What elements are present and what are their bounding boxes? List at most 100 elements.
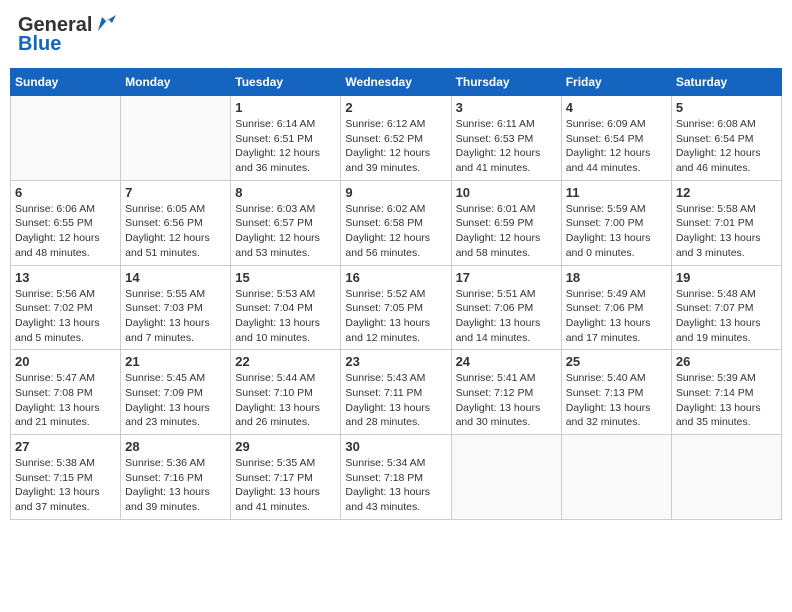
day-info: Sunrise: 5:51 AM Sunset: 7:06 PM Dayligh…	[456, 287, 557, 346]
day-number: 17	[456, 270, 557, 285]
calendar-day-1: 1 Sunrise: 6:14 AM Sunset: 6:51 PM Daylig…	[231, 96, 341, 181]
weekday-header-monday: Monday	[121, 69, 231, 96]
day-info: Sunrise: 5:40 AM Sunset: 7:13 PM Dayligh…	[566, 371, 667, 430]
day-number: 19	[676, 270, 777, 285]
day-number: 7	[125, 185, 226, 200]
weekday-header-saturday: Saturday	[671, 69, 781, 96]
weekday-header-thursday: Thursday	[451, 69, 561, 96]
day-info: Sunrise: 5:45 AM Sunset: 7:09 PM Dayligh…	[125, 371, 226, 430]
day-number: 10	[456, 185, 557, 200]
calendar-day-17: 17 Sunrise: 5:51 AM Sunset: 7:06 PM Dayli…	[451, 265, 561, 350]
calendar-day-13: 13 Sunrise: 5:56 AM Sunset: 7:02 PM Dayli…	[11, 265, 121, 350]
logo-bird-icon	[94, 13, 116, 35]
logo: General Blue	[18, 14, 116, 56]
calendar-day-26: 26 Sunrise: 5:39 AM Sunset: 7:14 PM Dayli…	[671, 350, 781, 435]
day-info: Sunrise: 5:36 AM Sunset: 7:16 PM Dayligh…	[125, 456, 226, 515]
calendar-day-23: 23 Sunrise: 5:43 AM Sunset: 7:11 PM Dayli…	[341, 350, 451, 435]
calendar-row: 6 Sunrise: 6:06 AM Sunset: 6:55 PM Daylig…	[11, 180, 782, 265]
calendar-day-4: 4 Sunrise: 6:09 AM Sunset: 6:54 PM Daylig…	[561, 96, 671, 181]
day-info: Sunrise: 6:08 AM Sunset: 6:54 PM Dayligh…	[676, 117, 777, 176]
day-number: 2	[345, 100, 446, 115]
day-info: Sunrise: 5:39 AM Sunset: 7:14 PM Dayligh…	[676, 371, 777, 430]
day-info: Sunrise: 5:58 AM Sunset: 7:01 PM Dayligh…	[676, 202, 777, 261]
calendar-day-empty	[11, 96, 121, 181]
day-number: 24	[456, 354, 557, 369]
calendar-day-5: 5 Sunrise: 6:08 AM Sunset: 6:54 PM Daylig…	[671, 96, 781, 181]
day-info: Sunrise: 6:01 AM Sunset: 6:59 PM Dayligh…	[456, 202, 557, 261]
day-info: Sunrise: 6:14 AM Sunset: 6:51 PM Dayligh…	[235, 117, 336, 176]
day-info: Sunrise: 6:11 AM Sunset: 6:53 PM Dayligh…	[456, 117, 557, 176]
calendar-day-empty	[451, 435, 561, 520]
day-info: Sunrise: 5:47 AM Sunset: 7:08 PM Dayligh…	[15, 371, 116, 430]
calendar-day-7: 7 Sunrise: 6:05 AM Sunset: 6:56 PM Daylig…	[121, 180, 231, 265]
calendar-day-2: 2 Sunrise: 6:12 AM Sunset: 6:52 PM Daylig…	[341, 96, 451, 181]
day-number: 6	[15, 185, 116, 200]
day-info: Sunrise: 5:35 AM Sunset: 7:17 PM Dayligh…	[235, 456, 336, 515]
logo-blue: Blue	[18, 33, 61, 56]
day-info: Sunrise: 5:41 AM Sunset: 7:12 PM Dayligh…	[456, 371, 557, 430]
calendar-day-22: 22 Sunrise: 5:44 AM Sunset: 7:10 PM Dayli…	[231, 350, 341, 435]
calendar-day-16: 16Sunrise: 5:52 AM Sunset: 7:05 PM Dayli…	[341, 265, 451, 350]
calendar-day-empty	[671, 435, 781, 520]
day-info: Sunrise: 6:06 AM Sunset: 6:55 PM Dayligh…	[15, 202, 116, 261]
calendar-day-11: 11 Sunrise: 5:59 AM Sunset: 7:00 PM Dayli…	[561, 180, 671, 265]
day-info: Sunrise: 6:05 AM Sunset: 6:56 PM Dayligh…	[125, 202, 226, 261]
day-number: 14	[125, 270, 226, 285]
day-info: Sunrise: 5:53 AM Sunset: 7:04 PM Dayligh…	[235, 287, 336, 346]
calendar-day-empty	[561, 435, 671, 520]
day-number: 5	[676, 100, 777, 115]
calendar-day-18: 18 Sunrise: 5:49 AM Sunset: 7:06 PM Dayli…	[561, 265, 671, 350]
calendar-day-3: 3Sunrise: 6:11 AM Sunset: 6:53 PM Daylig…	[451, 96, 561, 181]
calendar-day-19: 19 Sunrise: 5:48 AM Sunset: 7:07 PM Dayli…	[671, 265, 781, 350]
calendar-day-27: 27Sunrise: 5:38 AM Sunset: 7:15 PM Dayli…	[11, 435, 121, 520]
day-info: Sunrise: 6:09 AM Sunset: 6:54 PM Dayligh…	[566, 117, 667, 176]
day-info: Sunrise: 6:03 AM Sunset: 6:57 PM Dayligh…	[235, 202, 336, 261]
day-number: 15	[235, 270, 336, 285]
calendar-row: 20 Sunrise: 5:47 AM Sunset: 7:08 PM Dayli…	[11, 350, 782, 435]
day-info: Sunrise: 5:38 AM Sunset: 7:15 PM Dayligh…	[15, 456, 116, 515]
day-number: 1	[235, 100, 336, 115]
calendar-table: SundayMondayTuesdayWednesdayThursdayFrid…	[10, 68, 782, 520]
day-number: 13	[15, 270, 116, 285]
day-info: Sunrise: 5:55 AM Sunset: 7:03 PM Dayligh…	[125, 287, 226, 346]
day-number: 8	[235, 185, 336, 200]
weekday-header-friday: Friday	[561, 69, 671, 96]
calendar-day-21: 21 Sunrise: 5:45 AM Sunset: 7:09 PM Dayli…	[121, 350, 231, 435]
day-number: 29	[235, 439, 336, 454]
day-info: Sunrise: 5:48 AM Sunset: 7:07 PM Dayligh…	[676, 287, 777, 346]
calendar-day-10: 10 Sunrise: 6:01 AM Sunset: 6:59 PM Dayli…	[451, 180, 561, 265]
calendar-day-12: 12 Sunrise: 5:58 AM Sunset: 7:01 PM Dayli…	[671, 180, 781, 265]
day-info: Sunrise: 5:43 AM Sunset: 7:11 PM Dayligh…	[345, 371, 446, 430]
calendar-day-30: 30Sunrise: 5:34 AM Sunset: 7:18 PM Dayli…	[341, 435, 451, 520]
day-number: 21	[125, 354, 226, 369]
day-number: 23	[345, 354, 446, 369]
calendar-day-6: 6 Sunrise: 6:06 AM Sunset: 6:55 PM Daylig…	[11, 180, 121, 265]
day-number: 26	[676, 354, 777, 369]
calendar-day-8: 8 Sunrise: 6:03 AM Sunset: 6:57 PM Daylig…	[231, 180, 341, 265]
calendar-day-14: 14 Sunrise: 5:55 AM Sunset: 7:03 PM Dayli…	[121, 265, 231, 350]
day-info: Sunrise: 6:12 AM Sunset: 6:52 PM Dayligh…	[345, 117, 446, 176]
day-number: 22	[235, 354, 336, 369]
day-info: Sunrise: 5:56 AM Sunset: 7:02 PM Dayligh…	[15, 287, 116, 346]
calendar-day-20: 20 Sunrise: 5:47 AM Sunset: 7:08 PM Dayli…	[11, 350, 121, 435]
day-info: Sunrise: 5:49 AM Sunset: 7:06 PM Dayligh…	[566, 287, 667, 346]
day-info: Sunrise: 5:44 AM Sunset: 7:10 PM Dayligh…	[235, 371, 336, 430]
day-number: 20	[15, 354, 116, 369]
calendar-day-15: 15 Sunrise: 5:53 AM Sunset: 7:04 PM Dayli…	[231, 265, 341, 350]
calendar-day-empty	[121, 96, 231, 181]
calendar-row: 27Sunrise: 5:38 AM Sunset: 7:15 PM Dayli…	[11, 435, 782, 520]
day-number: 25	[566, 354, 667, 369]
calendar-day-9: 9 Sunrise: 6:02 AM Sunset: 6:58 PM Daylig…	[341, 180, 451, 265]
day-number: 11	[566, 185, 667, 200]
weekday-header-wednesday: Wednesday	[341, 69, 451, 96]
day-info: Sunrise: 6:02 AM Sunset: 6:58 PM Dayligh…	[345, 202, 446, 261]
day-info: Sunrise: 5:59 AM Sunset: 7:00 PM Dayligh…	[566, 202, 667, 261]
calendar-day-25: 25 Sunrise: 5:40 AM Sunset: 7:13 PM Dayli…	[561, 350, 671, 435]
weekday-header-sunday: Sunday	[11, 69, 121, 96]
calendar-day-28: 28Sunrise: 5:36 AM Sunset: 7:16 PM Dayli…	[121, 435, 231, 520]
day-number: 9	[345, 185, 446, 200]
day-number: 4	[566, 100, 667, 115]
day-number: 18	[566, 270, 667, 285]
day-number: 12	[676, 185, 777, 200]
calendar-day-24: 24 Sunrise: 5:41 AM Sunset: 7:12 PM Dayli…	[451, 350, 561, 435]
